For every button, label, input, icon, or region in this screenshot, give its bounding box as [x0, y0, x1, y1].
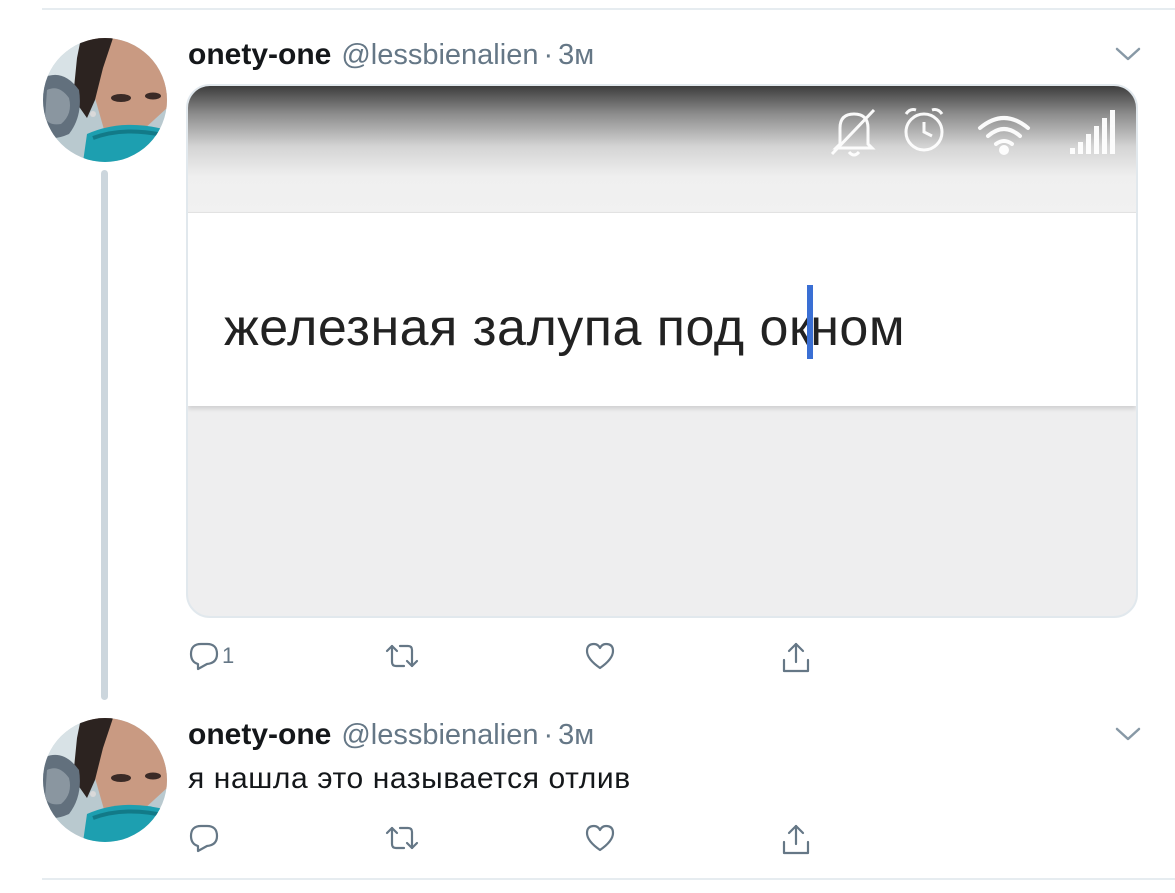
bottom-divider	[42, 878, 1175, 880]
typed-text-after-cursor: ном	[810, 299, 906, 357]
typed-text: железная залупа под окном	[224, 285, 905, 359]
status-icons	[830, 108, 1115, 157]
separator-dot: ·	[543, 719, 554, 751]
signal-icon	[1070, 110, 1115, 154]
tweet-header: onety-one @lessbienalien · 3м	[188, 38, 594, 72]
top-divider	[42, 8, 1175, 10]
separator-dot: ·	[543, 39, 554, 71]
retweet-icon	[385, 826, 419, 850]
typed-text-before-cursor: железная залупа под ок	[224, 299, 813, 357]
like-button[interactable]	[584, 640, 616, 672]
thread-line	[101, 170, 108, 700]
text-input-field: железная залупа под окном	[188, 212, 1136, 406]
tweet-header: onety-one @lessbienalien · 3м	[188, 718, 594, 752]
user-handle[interactable]: @lessbienalien	[341, 39, 538, 72]
heart-icon	[585, 824, 615, 852]
reply-button[interactable]: 1	[188, 640, 234, 672]
retweet-button[interactable]	[384, 822, 420, 854]
bell-muted-icon	[830, 108, 876, 157]
chevron-down-icon[interactable]	[1114, 44, 1142, 64]
like-button[interactable]	[584, 822, 616, 854]
share-button[interactable]	[780, 640, 812, 676]
timestamp[interactable]: 3м	[558, 39, 594, 72]
user-handle[interactable]: @lessbienalien	[341, 719, 538, 752]
avatar[interactable]	[43, 38, 167, 162]
share-icon	[782, 824, 810, 855]
reply-icon	[189, 824, 219, 853]
display-name[interactable]: onety-one	[188, 38, 331, 72]
alarm-icon	[904, 108, 944, 152]
share-button[interactable]	[780, 822, 812, 858]
wifi-icon	[978, 116, 1030, 155]
heart-icon	[585, 642, 615, 670]
reply-icon	[189, 642, 219, 671]
display-name[interactable]: onety-one	[188, 718, 331, 752]
avatar[interactable]	[43, 718, 167, 842]
media-image[interactable]: железная залупа под окном	[186, 84, 1138, 618]
text-cursor	[807, 285, 814, 359]
share-icon	[782, 642, 810, 673]
phone-status-bar	[188, 86, 1136, 212]
tweet-text: я нашла это называется отлив	[188, 762, 631, 795]
retweet-button[interactable]	[384, 640, 420, 672]
chevron-down-icon[interactable]	[1114, 724, 1142, 744]
retweet-icon	[385, 644, 419, 668]
reply-button[interactable]	[188, 822, 222, 854]
timestamp[interactable]: 3м	[558, 719, 594, 752]
reply-count: 1	[222, 643, 235, 668]
